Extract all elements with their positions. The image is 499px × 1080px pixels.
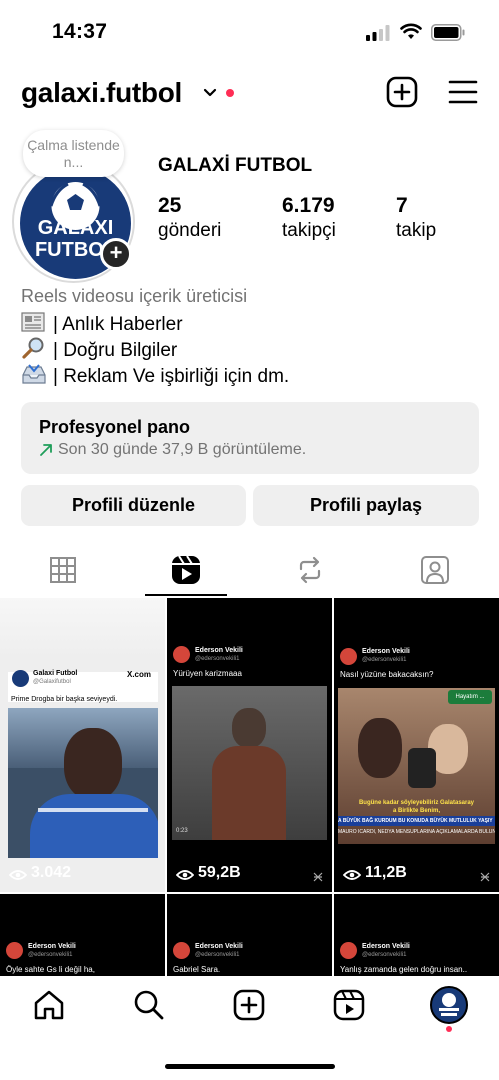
post-author: Ederson Vekili: [362, 943, 410, 950]
profile-username[interactable]: galaxi.futbol: [21, 77, 182, 109]
grid-item[interactable]: Ederson Vekili @edersonvekili1 Nasıl yüz…: [334, 598, 499, 892]
post-author-avatar: [173, 646, 190, 663]
post-caption: Prime Drogba bir başka seviyeydi.: [11, 696, 118, 703]
grid-item[interactable]: Galaxi Futbol @Galaxifutbol X.com Prime …: [0, 598, 165, 892]
stat-following-label: takip: [396, 220, 437, 241]
magnifier-icon: [22, 337, 44, 359]
professional-dashboard[interactable]: [21, 402, 479, 474]
post-caption: Yürüyen karizmaaa: [173, 669, 242, 678]
profile-category: Reels videosu içerik üreticisi: [21, 286, 248, 306]
stat-followers[interactable]: 6.179 takipçi: [282, 194, 336, 242]
post-handle: @edersonvekili1: [195, 952, 240, 958]
overlay-line-4: MAURO ICARDI, NEDYA MENSUPLARINA AÇIKLAM…: [338, 829, 495, 835]
battery-icon: [431, 24, 465, 41]
post-thumbnail: [8, 708, 158, 858]
overlay-line-1: Bugüne kadar söyleyebiliriz Galatasaray: [358, 800, 475, 806]
create-icon[interactable]: [232, 988, 266, 1022]
video-duration: 0:23: [176, 828, 188, 834]
post-handle: @Galaxifutbol: [33, 679, 71, 685]
grid-item[interactable]: Ederson Vekili @edersonvekili1 Gabriel S…: [167, 894, 332, 976]
bio-line-3: | Reklam Ve işbirliği için dm.: [21, 363, 289, 388]
profile-note-bubble[interactable]: Çalma listende n...: [23, 130, 124, 177]
views-count: 59,2B: [198, 864, 241, 881]
grid-item[interactable]: Ederson Vekili @edersonvekili1 Öyle saht…: [0, 894, 165, 976]
profile-avatar[interactable]: [430, 986, 468, 1024]
views-icon: [9, 870, 27, 880]
edit-profile-button[interactable]: Profili düzenle: [21, 485, 246, 526]
post-author-avatar: [340, 648, 357, 665]
dashboard-title: Profesyonel pano: [39, 417, 191, 437]
post-author: Ederson Vekili: [28, 943, 76, 950]
post-caption: Öyle sahte Gs li değil ha,: [6, 965, 95, 974]
post-thumbnail: 0:23: [172, 686, 327, 840]
post-thumbnail: Hayatım ... Bugüne kadar söyleyebiliriz …: [338, 688, 495, 844]
clips-icon: [313, 872, 323, 882]
post-handle: @edersonvekili1: [362, 657, 407, 663]
post-handle: @edersonvekili1: [28, 952, 73, 958]
overlay-badge: Hayatım ...: [448, 690, 492, 704]
home-indicator[interactable]: [165, 1064, 335, 1069]
reels-icon[interactable]: [166, 550, 206, 590]
repost-icon[interactable]: [290, 550, 330, 590]
stat-following[interactable]: 7 takip: [396, 194, 436, 242]
wifi-icon: [400, 23, 422, 39]
active-tab-indicator: [145, 594, 227, 596]
views-icon: [176, 870, 194, 880]
stat-posts-label: gönderi: [158, 220, 222, 241]
dashboard-subtitle: Son 30 günde 37,9 B görüntüleme.: [58, 441, 307, 458]
post-source: X.com: [127, 670, 152, 679]
clips-icon: [480, 872, 490, 882]
post-caption: Yanlış zamanda gelen doğru insan..: [340, 965, 468, 974]
post-author-avatar: [6, 942, 23, 959]
grid-icon[interactable]: [43, 550, 83, 590]
cellular-signal-icon: [366, 25, 390, 41]
reels-nav-icon[interactable]: [332, 988, 366, 1022]
post-author-avatar: [12, 670, 29, 687]
stat-posts[interactable]: 25 gönderi: [158, 194, 221, 242]
trend-up-icon: [40, 444, 52, 456]
stat-followers-value: 6.179: [282, 194, 335, 217]
views-count: 3.042: [31, 864, 72, 881]
status-time: 14:37: [52, 20, 108, 43]
share-profile-button[interactable]: Profili paylaş: [253, 485, 479, 526]
post-caption: Gabriel Sara.: [173, 965, 221, 974]
post-author: Ederson Vekili: [195, 647, 243, 654]
post-author: Ederson Vekili: [362, 648, 410, 655]
bio-line-2: | Doğru Bilgiler: [21, 337, 177, 362]
home-icon[interactable]: [32, 988, 66, 1022]
post-author-avatar: [340, 942, 357, 959]
add-story-badge[interactable]: +: [100, 238, 132, 270]
bio-line-1-text: | Anlık Haberler: [53, 314, 183, 335]
bio-line-1: | Anlık Haberler: [21, 311, 183, 336]
search-icon[interactable]: [132, 988, 166, 1022]
overlay-line-2: a Birlikte Benim,: [392, 808, 440, 814]
profile-notification-dot: [446, 1026, 452, 1032]
grid-item[interactable]: Ederson Vekili @edersonvekili1 Yanlış za…: [334, 894, 499, 976]
post-caption: Nasıl yüzüne bakacaksın?: [340, 670, 434, 679]
post-author: Galaxi Futbol: [33, 670, 78, 677]
stat-following-value: 7: [396, 194, 408, 217]
avatar-text-1: GALAXI: [37, 217, 114, 239]
post-handle: @edersonvekili1: [362, 952, 407, 958]
create-post-icon[interactable]: [385, 75, 419, 109]
notification-dot: [226, 89, 234, 97]
inbox-tray-icon: [22, 364, 46, 384]
profile-full-name: GALAXİ FUTBOL: [158, 155, 313, 176]
views-icon: [343, 870, 361, 880]
newspaper-icon: [21, 312, 45, 332]
stat-followers-label: takipçi: [282, 220, 336, 241]
bio-line-2-text: | Doğru Bilgiler: [53, 340, 178, 361]
tagged-icon[interactable]: [415, 550, 455, 590]
profile-avatar-logo: [439, 993, 459, 1016]
bio-line-3-text: | Reklam Ve işbirliği için dm.: [53, 366, 290, 387]
stat-posts-value: 25: [158, 194, 182, 217]
grid-item[interactable]: Ederson Vekili @edersonvekili1 Yürüyen k…: [167, 598, 332, 892]
overlay-line-3: A BÜYÜK BAĞ KURDUM BU KONUDA BÜYÜK MUTLU…: [338, 816, 495, 826]
chevron-down-icon[interactable]: [203, 88, 217, 98]
views-count: 11,2B: [365, 864, 407, 881]
post-author-avatar: [173, 942, 190, 959]
post-handle: @edersonvekili1: [195, 656, 240, 662]
menu-icon[interactable]: [446, 75, 480, 109]
post-author: Ederson Vekili: [195, 943, 243, 950]
